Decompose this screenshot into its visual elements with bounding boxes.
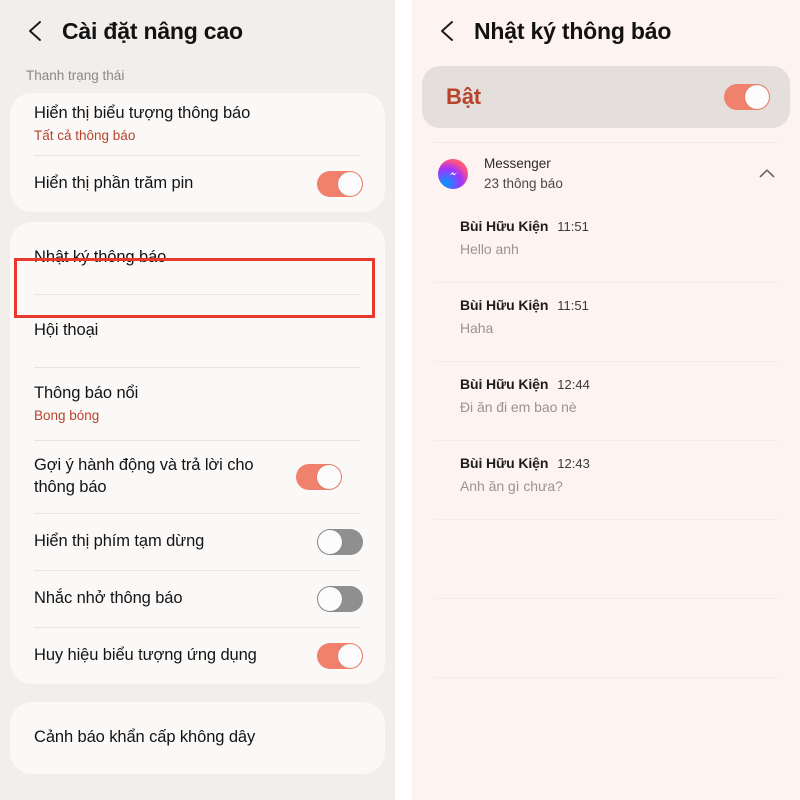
row-title: Hiển thị biểu tượng thông báo bbox=[34, 104, 251, 122]
notification-list: Bùi Hữu Kiện 11:51 Hello anh Bùi Hữu Kiệ… bbox=[412, 204, 800, 756]
setting-row-snooze-button[interactable]: Hiển thị phím tạm dừng bbox=[10, 514, 385, 570]
notification-sender: Bùi Hữu Kiện bbox=[460, 297, 549, 314]
advanced-settings-screen: Cài đặt nâng cao Thanh trạng thái Hiển t… bbox=[0, 0, 395, 800]
row-title: Nhật ký thông báo bbox=[34, 247, 167, 266]
master-toggle-label: Bật bbox=[446, 84, 481, 109]
page-title: Cài đặt nâng cao bbox=[62, 17, 243, 44]
setting-row-wireless-emergency-alerts[interactable]: Cảnh báo khẩn cấp không dây bbox=[10, 702, 385, 774]
settings-card: Hiển thị biểu tượng thông báo Tất cả thô… bbox=[10, 93, 385, 212]
chevron-up-icon[interactable] bbox=[756, 163, 778, 185]
notification-time: 12:44 bbox=[557, 377, 590, 393]
setting-row-suggested-actions[interactable]: Gợi ý hành động và trả lời cho thông báo bbox=[10, 441, 385, 513]
notification-settings-card: Nhật ký thông báo Hội thoại Thông báo nổ… bbox=[10, 221, 385, 684]
panel-separator bbox=[395, 0, 412, 800]
messenger-icon bbox=[438, 158, 468, 189]
dual-screenshot-comparison: Cài đặt nâng cao Thanh trạng thái Hiển t… bbox=[0, 0, 800, 800]
app-group-messenger[interactable]: Messenger 23 thông báo bbox=[412, 143, 800, 204]
row-title: Hiển thị phần trăm pin bbox=[34, 173, 194, 192]
row-title: Huy hiệu biểu tượng ứng dụng bbox=[34, 645, 257, 664]
notification-item[interactable]: Bùi Hữu Kiện 11:51 Haha bbox=[412, 283, 800, 361]
row-title: Hiển thị phím tạm dừng bbox=[34, 531, 205, 550]
notification-divider bbox=[434, 677, 778, 679]
toggle-battery-percentage[interactable] bbox=[317, 170, 363, 197]
setting-row-floating-notifications[interactable]: Thông báo nổi Bong bóng bbox=[10, 368, 385, 440]
notification-message: Đi ăn đi em bao nè bbox=[460, 399, 577, 416]
toggle-knob bbox=[317, 464, 341, 489]
notification-time: 12:43 bbox=[557, 456, 590, 472]
app-name: Messenger bbox=[484, 156, 551, 171]
toggle-knob bbox=[318, 586, 342, 611]
left-header: Cài đặt nâng cao bbox=[0, 0, 395, 62]
notification-sender: Bùi Hữu Kiện bbox=[460, 376, 549, 393]
toggle-notification-reminders[interactable] bbox=[317, 585, 363, 612]
toggle-snooze-button[interactable] bbox=[317, 528, 363, 555]
row-title: Nhắc nhở thông báo bbox=[34, 588, 183, 607]
notification-divider bbox=[434, 519, 778, 521]
notification-item[interactable]: Bùi Hữu Kiện 12:43 Anh ăn gì chưa? bbox=[412, 441, 800, 519]
setting-row-conversations[interactable]: Hội thoại bbox=[10, 295, 385, 367]
toggle-knob bbox=[318, 529, 342, 554]
toggle-knob bbox=[338, 171, 362, 196]
app-notification-count: 23 thông báo bbox=[484, 175, 563, 191]
notification-history-screen: Nhật ký thông báo Bật Messenger 23 thông… bbox=[412, 0, 800, 800]
setting-row-app-icon-badges[interactable]: Huy hiệu biểu tượng ứng dụng bbox=[10, 628, 385, 684]
row-subtitle: Tất cả thông báo bbox=[34, 127, 136, 143]
page-title: Nhật ký thông báo bbox=[474, 17, 672, 44]
notification-message: Hello anh bbox=[460, 241, 519, 258]
setting-row-notification-history[interactable]: Nhật ký thông báo bbox=[10, 222, 385, 294]
emergency-alerts-card: Cảnh báo khẩn cấp không dây bbox=[10, 701, 385, 774]
setting-row-notification-reminders[interactable]: Nhắc nhở thông báo bbox=[10, 571, 385, 627]
setting-row-notification-icons[interactable]: Hiển thị biểu tượng thông báo Tất cả thô… bbox=[10, 93, 385, 155]
notification-time: 11:51 bbox=[557, 219, 589, 235]
toggle-suggested-actions[interactable] bbox=[296, 463, 342, 490]
notification-divider bbox=[434, 598, 778, 600]
notification-item[interactable]: Bùi Hữu Kiện 11:51 Hello anh bbox=[412, 204, 800, 282]
row-subtitle: Bong bóng bbox=[34, 407, 100, 423]
notification-item[interactable]: Bùi Hữu Kiện 12:44 Đi ăn đi em bao nè bbox=[412, 362, 800, 440]
section-label-status-bar: Thanh trạng thái bbox=[26, 68, 125, 83]
toggle-app-icon-badges[interactable] bbox=[317, 642, 363, 669]
toggle-knob bbox=[745, 85, 769, 109]
back-chevron-icon[interactable] bbox=[22, 18, 48, 44]
notification-sender: Bùi Hữu Kiện bbox=[460, 218, 549, 235]
row-title: Thông báo nổi bbox=[34, 383, 139, 402]
back-chevron-icon[interactable] bbox=[434, 18, 460, 44]
toggle-knob bbox=[338, 643, 362, 668]
setting-row-battery-percentage[interactable]: Hiển thị phần trăm pin bbox=[10, 156, 385, 212]
master-toggle-row[interactable]: Bật bbox=[422, 66, 790, 128]
right-header: Nhật ký thông báo bbox=[412, 0, 800, 62]
notification-sender: Bùi Hữu Kiện bbox=[460, 455, 549, 472]
notification-time: 11:51 bbox=[557, 298, 589, 314]
row-title: Hội thoại bbox=[34, 320, 99, 339]
row-title: Gợi ý hành động và trả lời cho thông báo bbox=[34, 455, 254, 496]
notification-message: Anh ăn gì chưa? bbox=[460, 478, 563, 495]
notification-message: Haha bbox=[460, 320, 494, 337]
row-title: Cảnh báo khẩn cấp không dây bbox=[34, 727, 256, 746]
master-toggle-switch[interactable] bbox=[724, 84, 770, 110]
